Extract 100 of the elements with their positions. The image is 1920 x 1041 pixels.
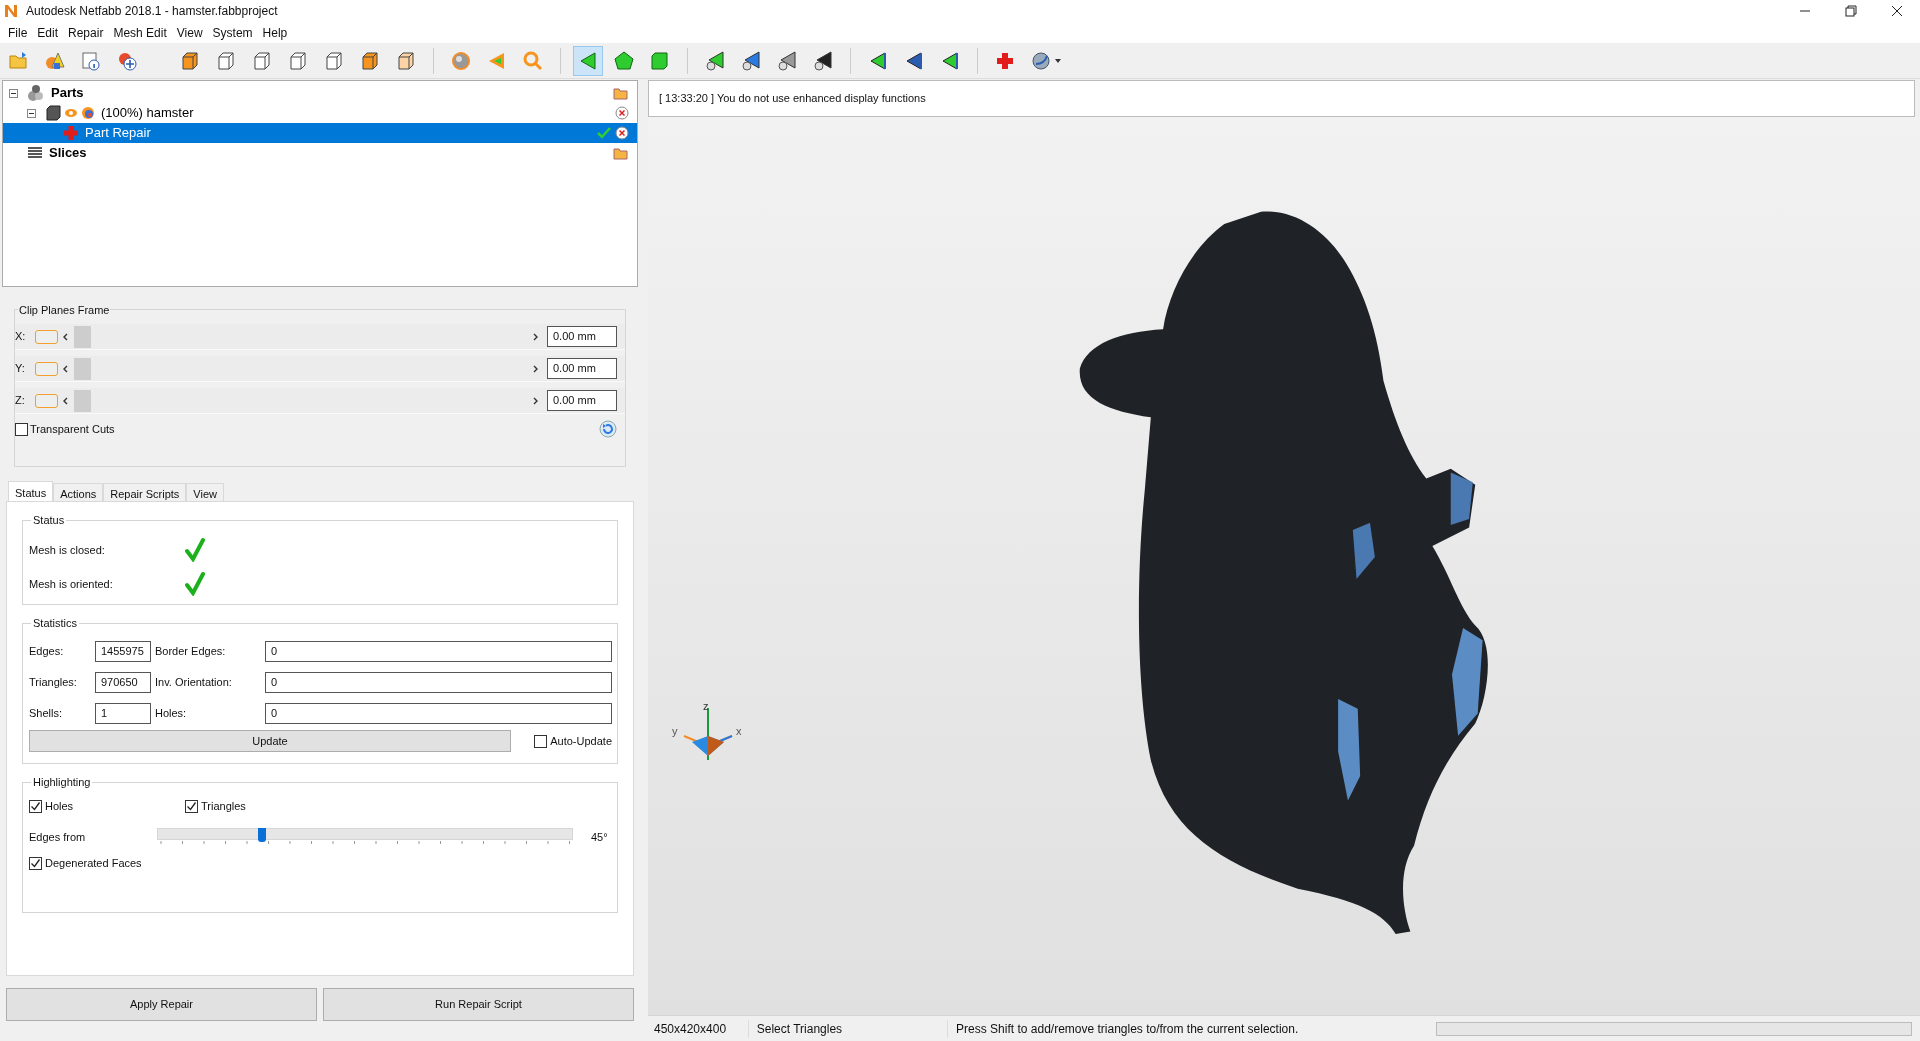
eye-icon[interactable] [64,106,78,120]
check-icon[interactable] [597,127,611,139]
window-title: Autodesk Netfabb 2018.1 - hamster.fabbproject [26,3,278,20]
tab[interactable]: View [186,483,224,501]
stat-label: Holes: [155,706,188,722]
checkbox[interactable] [15,422,28,436]
tab[interactable]: Status [8,481,54,501]
checkbox[interactable] [29,856,42,870]
checkbox-label: Holes [45,798,74,814]
menu-item[interactable]: Help [257,23,293,42]
clip-value-field[interactable]: 0.00 mm [547,326,617,347]
folder-open-icon [8,49,30,72]
triangle-icon [740,49,762,72]
pentagon-icon [613,49,635,72]
action-button[interactable]: Apply Repair [6,988,317,1021]
menu-item[interactable]: View [171,23,208,42]
menu-item[interactable]: Mesh Edit [108,23,172,42]
triangle-icon [704,49,726,72]
stat-value-field[interactable]: 1455975 [95,641,151,662]
status-label: Mesh is closed: [29,542,106,558]
menu-item[interactable]: Edit [32,23,64,42]
tree-label: Parts [51,84,84,103]
slider-thumb[interactable] [74,357,91,380]
checkbox-label: Triangles [201,798,246,814]
tab[interactable]: Repair Scripts [103,483,187,501]
status-text: Select Triangles [747,1019,948,1038]
close-icon[interactable] [615,126,629,140]
layers-icon [27,146,43,160]
slider-label: Edges from [29,829,87,845]
cube-icon [45,105,61,121]
reset-icon[interactable] [599,420,617,438]
cube-icon [323,49,345,72]
folder-open-icon[interactable] [613,86,629,100]
tree-label: Part Repair [85,124,151,143]
menu-item[interactable]: File [3,23,33,42]
tree-item[interactable]: Parts [3,83,637,103]
stat-label: Shells: [29,706,64,722]
slider-thumb[interactable] [74,389,91,412]
globe-icon [1030,49,1064,72]
expander-icon[interactable] [9,88,18,98]
checkbox[interactable] [185,799,198,813]
slider-thumb[interactable] [74,325,91,348]
stat-label: Triangles: [29,675,78,691]
sphere-icon [450,49,472,72]
log-message: [ 13:33:20 ] You do not use enhanced display functions [659,91,926,107]
menu-item[interactable]: Repair [63,23,109,42]
cube-icon [395,49,417,72]
status-label: Mesh is oriented: [29,576,114,592]
tree-item[interactable]: (100%) hamster [3,103,637,123]
update-button[interactable]: Update [29,730,511,752]
menu-item[interactable]: System [207,23,258,42]
info-icon [80,49,102,72]
stat-value-field[interactable]: 0 [265,672,612,693]
app-logo-icon [4,4,18,18]
tree-item[interactable]: Part Repair [3,123,637,143]
cube-icon [215,49,237,72]
expander-icon[interactable] [27,108,36,118]
cube-icon [359,49,381,72]
close-icon[interactable] [615,106,629,120]
stat-label: Inv. Orientation: [155,675,233,691]
cube-icon [287,49,309,72]
tab[interactable]: Actions [53,483,104,501]
clip-toggle-button[interactable] [35,329,58,344]
clip-value-field[interactable]: 0.00 mm [547,358,617,379]
checkbox-label: Transparent Cuts [30,421,115,437]
clip-value-field[interactable]: 0.00 mm [547,390,617,411]
stat-label: Edges: [29,644,65,660]
tree-label: (100%) hamster [101,104,194,123]
stat-value-field[interactable]: 1 [95,703,151,724]
spheres-icon [27,84,45,102]
folder-open-icon[interactable] [613,146,629,160]
axis-triad-drawing: z y x [668,702,748,766]
cube-icon [649,49,671,72]
slider-thumb[interactable] [257,828,266,842]
checkbox[interactable] [29,799,42,813]
axis-label: Y: [15,361,26,377]
status-text: Press Shift to add/remove triangles to/from the current selection. [947,1019,1436,1038]
triangle-icon [776,49,798,72]
checkbox-label: Degenerated Faces [45,856,142,871]
slider-ticks-icon [157,840,573,846]
stat-value-field[interactable]: 0 [265,641,612,662]
color-wheel-icon[interactable] [81,106,95,120]
status-text: 450x420x400 [653,1020,728,1038]
triangle-icon [812,49,834,72]
action-button[interactable]: Run Repair Script [323,988,634,1021]
checkbox[interactable] [534,734,548,748]
clip-toggle-button[interactable] [35,361,58,376]
stat-value-field[interactable]: 0 [265,703,612,724]
clip-toggle-button[interactable] [35,393,58,408]
stat-label: Border Edges: [155,644,227,660]
tree-label: Slices [49,144,87,163]
axis-label: Z: [15,393,26,409]
tree-item[interactable]: Slices [3,143,637,163]
cube-icon [251,49,273,72]
axis-label: X: [15,329,27,345]
search-icon [522,49,544,72]
slider-reading: 45° [591,829,608,845]
stat-value-field[interactable]: 970650 [95,672,151,693]
angle-slider[interactable] [157,828,573,840]
plus-icon [63,125,79,141]
